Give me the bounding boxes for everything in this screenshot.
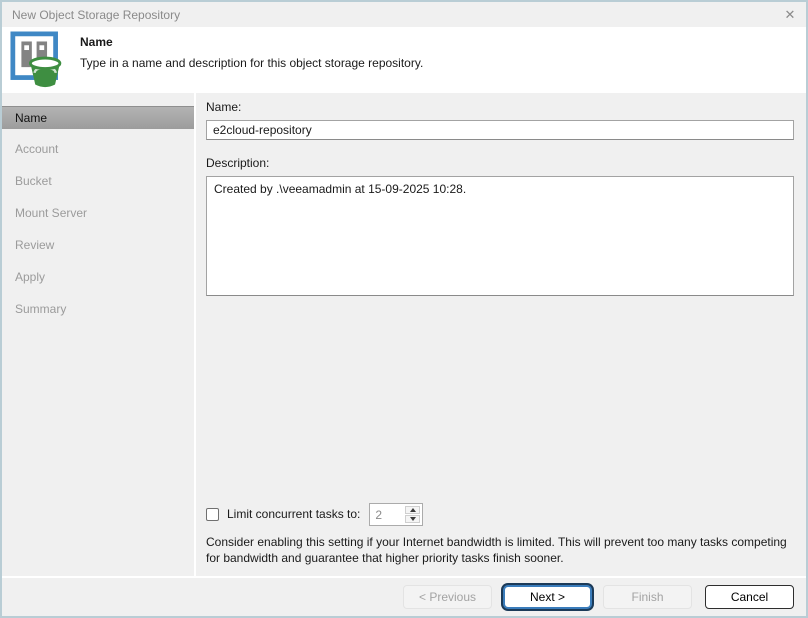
wizard-dialog: New Object Storage Repository ✕ Name Typ… (0, 0, 808, 618)
sidebar-item-mount-server[interactable]: Mount Server (2, 202, 194, 225)
concurrent-tasks-value: 2 (370, 504, 403, 525)
previous-button: < Previous (403, 585, 492, 609)
step-subtitle: Type in a name and description for this … (80, 56, 423, 70)
object-storage-repository-icon (10, 31, 67, 89)
limit-tasks-hint: Consider enabling this setting if your I… (206, 534, 794, 566)
sidebar-item-name[interactable]: Name (2, 106, 194, 129)
spinner-buttons (403, 504, 422, 525)
next-button[interactable]: Next > (503, 585, 592, 609)
window-title: New Object Storage Repository (12, 8, 780, 22)
finish-button: Finish (603, 585, 692, 609)
close-icon[interactable]: ✕ (780, 5, 800, 25)
limit-tasks-label[interactable]: Limit concurrent tasks to: (227, 507, 360, 521)
chevron-down-icon (410, 517, 416, 521)
chevron-up-icon (410, 508, 416, 512)
step-title: Name (80, 35, 423, 49)
name-field-label: Name: (206, 100, 794, 114)
limit-tasks-checkbox[interactable] (206, 508, 219, 521)
sidebar-item-account[interactable]: Account (2, 138, 194, 161)
content-spacer (206, 296, 794, 502)
sidebar-item-summary[interactable]: Summary (2, 298, 194, 321)
wizard-footer: < Previous Next > Finish Cancel (2, 576, 806, 616)
sidebar-item-bucket[interactable]: Bucket (2, 170, 194, 193)
cancel-button[interactable]: Cancel (705, 585, 794, 609)
description-field-label: Description: (206, 156, 794, 170)
sidebar-item-apply[interactable]: Apply (2, 266, 194, 289)
step-content: Name: Description: Created by .\veeamadm… (196, 93, 806, 576)
spinner-up-button (405, 506, 420, 514)
concurrent-tasks-spinner: 2 (369, 503, 423, 526)
sidebar-item-review[interactable]: Review (2, 234, 194, 257)
header-text: Name Type in a name and description for … (80, 31, 423, 70)
repository-description-textarea[interactable]: Created by .\veeamadmin at 15-09-2025 10… (206, 176, 794, 296)
wizard-steps-sidebar: Name Account Bucket Mount Server Review … (2, 93, 196, 576)
title-bar: New Object Storage Repository ✕ (2, 2, 806, 27)
wizard-body: Name Account Bucket Mount Server Review … (2, 93, 806, 576)
wizard-header: Name Type in a name and description for … (2, 27, 806, 93)
limit-tasks-row: Limit concurrent tasks to: 2 (206, 502, 794, 526)
repository-name-input[interactable] (206, 120, 794, 140)
spinner-down-button (405, 515, 420, 523)
